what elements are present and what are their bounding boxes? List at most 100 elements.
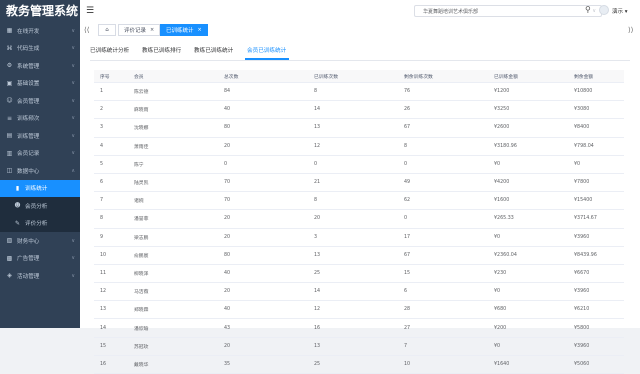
tag-training-stats[interactable]: 已训练统计 ×	[160, 24, 208, 36]
table-row: 12 马洁薇 20 14 6 ¥0 ¥3960	[94, 283, 624, 302]
sidebar-item-label: 代码生成	[17, 46, 40, 53]
table-row: 4 萧雨佳 20 12 8 ¥3180.96 ¥798.04	[94, 138, 624, 156]
book-icon: ▤	[6, 132, 13, 140]
sidebar-item[interactable]: ☺ 会员管理 ∨	[0, 92, 80, 110]
review-icon: ✎	[14, 219, 21, 227]
sidebar-item-label: 数据中心	[17, 168, 40, 175]
scroll-left-icon[interactable]: ⟨⟨	[84, 26, 89, 34]
sidebar-item[interactable]: ▦ 在线开发 ∨	[0, 22, 80, 40]
table-cell: 67	[404, 125, 411, 131]
table-cell: 8	[314, 89, 318, 95]
sidebar-item-label: 训练统计	[25, 186, 48, 193]
sidebar: 教务管理系统 ▦ 在线开发 ∨ ⌘ 代码生成 ∨ ⚙ 系统管理 ∨ ▣ 基础设置 ∨ ☺ 会员管理 ∨ ≡ 训练…	[0, 0, 80, 328]
scroll-right-icon[interactable]: ⟩⟩	[628, 26, 633, 34]
close-icon[interactable]: ×	[150, 27, 154, 33]
table-cell: 21	[314, 180, 321, 186]
column-header: 总次数	[224, 74, 239, 80]
sidebar-item-label: 广告管理	[17, 256, 40, 263]
sidebar-item-label: 评价分析	[25, 221, 48, 228]
avatar[interactable]	[599, 5, 609, 15]
table-cell: 潘誉菲	[134, 217, 149, 223]
table-cell: 0	[404, 216, 408, 222]
table-cell: 35	[224, 361, 231, 367]
user-name[interactable]: 演示 ▾	[612, 7, 628, 15]
tab-coach-ranking[interactable]: 教练已训练排行	[142, 46, 181, 54]
table-cell: 陆灵凯	[134, 181, 149, 187]
sidebar-item[interactable]: ◫ 数据中心 ∧	[0, 162, 80, 180]
table-cell: 陈宁	[134, 162, 144, 168]
close-icon[interactable]: ×	[198, 27, 202, 33]
sidebar-item[interactable]: ▥ 会员记录 ∨	[0, 145, 80, 163]
table-cell: 40	[224, 307, 231, 313]
list-icon: ≡	[6, 114, 13, 122]
table-cell: 14	[314, 107, 321, 113]
table-cell: 26	[404, 107, 411, 113]
tab-coach-stats[interactable]: 教练已训练统计	[194, 46, 233, 54]
table-cell: 11	[100, 270, 107, 276]
sidebar-item-label: 基础设置	[17, 81, 40, 88]
table-cell: 70	[224, 198, 231, 204]
table-cell: 62	[404, 198, 411, 204]
tag-review-record[interactable]: 评价记录 ×	[118, 24, 161, 36]
code-icon: ⌘	[6, 44, 13, 52]
table-cell: 陈云德	[134, 90, 149, 96]
data-icon: ◫	[6, 167, 13, 175]
tag-label: 已训练统计	[166, 28, 194, 34]
table-cell: ¥2360.04	[494, 252, 517, 258]
table-cell: 13	[314, 343, 321, 349]
sidebar-item[interactable]: ▩ 广告管理 ∨	[0, 250, 80, 268]
table-cell: ¥3250	[494, 107, 510, 113]
tab-training-analysis[interactable]: 已训练统计分析	[90, 46, 129, 54]
sidebar-item[interactable]: ▣ 基础设置 ∨	[0, 75, 80, 93]
table-cell: 15	[404, 270, 411, 276]
home-tag[interactable]: ⌂	[98, 24, 116, 36]
user-name-label: 演示	[612, 9, 624, 15]
tab-member-stats[interactable]: 会员已训练统计	[247, 46, 286, 54]
search-icon[interactable]: ⚲	[585, 5, 591, 14]
table-cell: ¥6210	[574, 307, 590, 313]
org-select[interactable]: 华夏舞蹈培训艺术俱乐部 ∨	[414, 5, 602, 17]
table-cell: ¥265.33	[494, 216, 514, 222]
chevron-down-icon: ∨	[71, 80, 75, 87]
chevron-down-icon: ∨	[71, 150, 75, 157]
sidebar-item[interactable]: ◈ 活动管理 ∨	[0, 267, 80, 285]
table-cell: ¥7800	[574, 180, 590, 186]
sidebar-item-label: 会员分析	[25, 203, 48, 210]
table-row: 13 郑晓霖 40 12 28 ¥680 ¥6210	[94, 301, 624, 320]
table-cell: 14	[314, 289, 321, 295]
hamburger-icon[interactable]: ☰	[86, 6, 94, 16]
finance-icon: ▧	[6, 237, 13, 245]
table-cell: 沈晓娜	[134, 126, 149, 132]
sidebar-item[interactable]: ⌘ 代码生成 ∨	[0, 40, 80, 58]
chevron-down-icon: ∨	[592, 8, 596, 14]
table-cell: 8	[314, 198, 318, 204]
table-cell: ¥1600	[494, 198, 510, 204]
table-cell: 9	[100, 234, 104, 240]
table-cell: 0	[314, 161, 318, 167]
sidebar-item[interactable]: ⚙ 系统管理 ∨	[0, 57, 80, 75]
table-row: 3 沈晓娜 80 13 67 ¥2600 ¥8400	[94, 119, 624, 138]
table-row: 8 潘誉菲 20 20 0 ¥265.33 ¥3714.67	[94, 210, 624, 229]
tabs: 已训练统计分析 教练已训练排行 教练已训练统计 会员已训练统计	[90, 42, 630, 61]
table-cell: 17	[404, 234, 411, 240]
sidebar-item[interactable]: ▮ 训练统计	[0, 179, 80, 197]
table-cell: 13	[100, 307, 107, 313]
sidebar-item[interactable]: ▧ 财务中心 ∨	[0, 232, 80, 250]
chevron-down-icon: ∨	[71, 27, 75, 34]
sidebar-item[interactable]: ≡ 训练频次 ∨	[0, 110, 80, 128]
table-cell: 1	[100, 89, 104, 95]
table-cell: 马洁薇	[134, 290, 149, 296]
table-cell: ¥2600	[494, 125, 510, 131]
table-cell: ¥3960	[574, 234, 590, 240]
sidebar-item[interactable]: ▤ 训练管理 ∨	[0, 127, 80, 145]
sidebar-item[interactable]: ✎ 评价分析	[0, 215, 80, 233]
table-cell: ¥5060	[574, 361, 590, 367]
table-cell: 43	[224, 325, 231, 331]
member-training-table: 序号 会员 总次数 已训练次数 剩余训练次数 已训练金额 剩余金额 1 陈云德 84 8 76 ¥120…	[94, 70, 624, 374]
sidebar-item-label: 活动管理	[17, 273, 40, 280]
sidebar-item[interactable]: ☻ 会员分析	[0, 197, 80, 215]
user-icon: ☺	[6, 97, 13, 105]
table-cell: 12	[100, 289, 107, 295]
table-row: 9 梁志鹏 20 3 17 ¥0 ¥3960	[94, 229, 624, 247]
sidebar-item-label: 会员记录	[17, 151, 40, 158]
